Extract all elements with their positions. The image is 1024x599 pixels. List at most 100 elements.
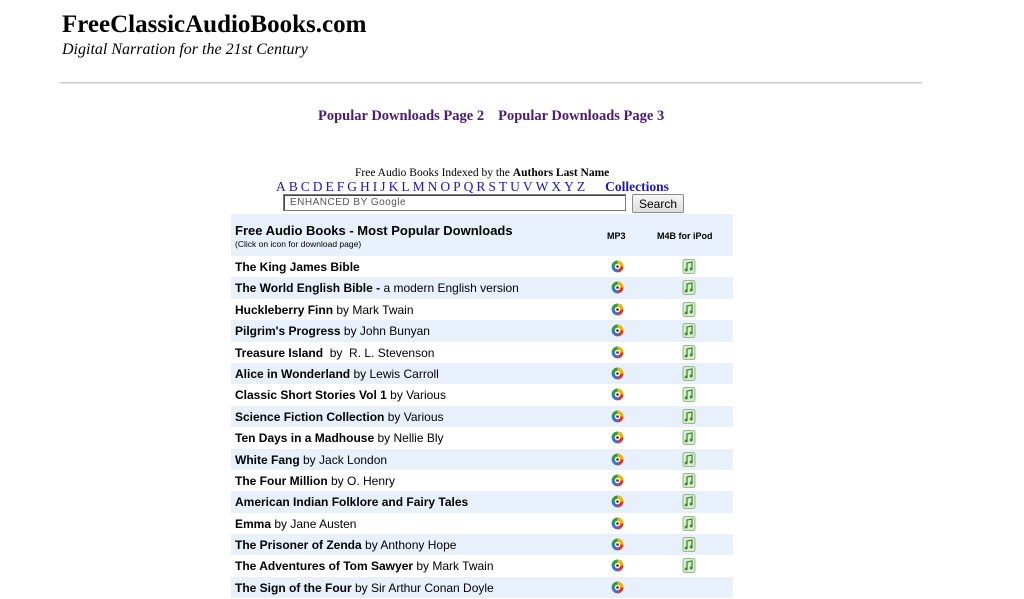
table-title: Free Audio Books - Most Popular Download… <box>235 223 513 238</box>
author-letter-f-link[interactable]: F <box>337 179 345 194</box>
book-entry: The King James Bible <box>235 260 360 274</box>
table-row: Ten Days in a Madhouse by Nellie Bly <box>231 427 733 449</box>
mp3-audio-icon[interactable] <box>611 303 624 316</box>
header-divider <box>60 82 922 84</box>
book-entry: Alice in Wonderland by Lewis Carroll <box>235 367 439 381</box>
author-letter-z-link[interactable]: Z <box>577 179 585 194</box>
ipod-music-icon[interactable] <box>682 430 696 446</box>
site-title: FreeClassicAudioBooks.com <box>62 11 367 38</box>
ipod-music-icon[interactable] <box>682 366 696 381</box>
author-letter-v-link[interactable]: V <box>523 179 533 194</box>
ipod-music-icon[interactable] <box>682 515 696 531</box>
author-letter-u-link[interactable]: U <box>510 179 520 194</box>
book-author: by Lewis Carroll <box>350 366 439 381</box>
author-index-caption: Free Audio Books Indexed by the Authors … <box>355 167 610 179</box>
table-row: The Four Million by O. Henry <box>231 469 733 492</box>
mp3-audio-icon[interactable] <box>611 388 624 401</box>
ipod-music-icon[interactable] <box>682 344 696 360</box>
book-author: by Various <box>384 409 444 424</box>
book-title: Ten Days in a Madhouse <box>235 431 375 446</box>
author-index-caption-bold: Authors Last Name <box>512 167 610 179</box>
author-letter-x-link[interactable]: X <box>551 179 561 194</box>
author-letter-h-link[interactable]: H <box>360 179 370 194</box>
book-author: by Jack London <box>299 452 388 467</box>
author-letter-m-link[interactable]: M <box>413 179 425 194</box>
table-row: Pilgrim's Progress by John Bunyan <box>231 320 733 342</box>
mp3-audio-icon[interactable] <box>611 474 624 487</box>
ipod-music-icon[interactable] <box>682 408 696 424</box>
author-letter-p-link[interactable]: P <box>453 179 461 194</box>
mp3-audio-icon[interactable] <box>611 410 624 423</box>
popular-downloads-page-3-link[interactable]: Popular Downloads Page 3 <box>498 108 664 124</box>
book-title: Science Fiction Collection <box>235 409 385 424</box>
ipod-music-icon[interactable] <box>682 280 696 296</box>
table-subtitle: (Click on icon for download page) <box>235 239 362 249</box>
author-letter-r-link[interactable]: R <box>476 179 485 194</box>
mp3-audio-icon[interactable] <box>611 431 624 444</box>
author-letter-y-link[interactable]: Y <box>564 179 574 194</box>
book-author: by R. L. Stevenson <box>323 345 435 360</box>
book-title: American Indian Folklore and Fairy Tales <box>235 495 469 510</box>
author-letter-t-link[interactable]: T <box>499 179 507 194</box>
mp3-audio-icon[interactable] <box>611 281 624 294</box>
mp3-audio-icon[interactable] <box>611 581 624 594</box>
author-letter-o-link[interactable]: O <box>440 179 450 194</box>
book-title: The King James Bible <box>235 260 360 274</box>
author-letter-b-link[interactable]: B <box>289 179 298 194</box>
author-letter-c-link[interactable]: C <box>301 179 310 194</box>
book-title: Huckleberry Finn <box>235 302 334 317</box>
mp3-audio-icon[interactable] <box>611 517 624 530</box>
ipod-music-icon[interactable] <box>682 323 696 339</box>
mp3-audio-icon[interactable] <box>611 324 624 337</box>
column-header-m4b: M4B for iPod <box>657 231 713 241</box>
book-entry: White Fang by Jack London <box>235 453 387 467</box>
author-letter-i-link[interactable]: I <box>373 179 378 194</box>
mp3-audio-icon[interactable] <box>611 260 624 273</box>
author-letter-k-link[interactable]: K <box>389 179 399 194</box>
table-row: Huckleberry Finn by Mark Twain <box>231 298 733 321</box>
author-letter-l-link[interactable]: L <box>401 179 409 194</box>
book-title: Classic Short Stories Vol 1 <box>235 388 387 403</box>
table-row: The Sign of the Four by Sir Arthur Conan… <box>231 576 733 599</box>
book-title: The Adventures of Tom Sawyer <box>235 559 414 574</box>
ipod-music-icon[interactable] <box>682 473 696 488</box>
table-row: The Prisoner of Zenda by Anthony Hope <box>231 534 733 556</box>
book-author: by Jane Austen <box>271 516 357 531</box>
table-row: Classic Short Stories Vol 1 by Various <box>231 384 733 406</box>
mp3-audio-icon[interactable] <box>611 453 624 466</box>
book-title: Alice in Wonderland <box>235 366 351 381</box>
ipod-music-icon[interactable] <box>682 259 696 274</box>
author-letter-s-link[interactable]: S <box>488 179 496 194</box>
author-letter-e-link[interactable]: E <box>326 179 334 194</box>
popular-downloads-table: Free Audio Books - Most Popular Download… <box>231 214 733 599</box>
search-input[interactable] <box>283 194 626 211</box>
author-letter-q-link[interactable]: Q <box>464 179 474 194</box>
ipod-music-icon[interactable] <box>682 537 696 552</box>
mp3-audio-icon[interactable] <box>611 538 624 551</box>
site-tagline: Digital Narration for the 21st Century <box>62 41 308 58</box>
author-letter-w-link[interactable]: W <box>536 179 549 194</box>
mp3-audio-icon[interactable] <box>611 367 624 380</box>
mp3-audio-icon[interactable] <box>611 559 624 572</box>
ipod-music-icon[interactable] <box>682 301 696 317</box>
table-row: White Fang by Jack London <box>231 448 733 470</box>
ipod-music-icon[interactable] <box>682 558 696 574</box>
book-author: by Various <box>386 388 446 403</box>
author-letter-d-link[interactable]: D <box>313 179 323 194</box>
book-entry: American Indian Folklore and Fairy Tales <box>235 495 468 509</box>
ipod-music-icon[interactable] <box>682 387 696 403</box>
popular-downloads-page-2-link[interactable]: Popular Downloads Page 2 <box>318 108 484 124</box>
author-letter-n-link[interactable]: N <box>428 179 438 194</box>
ipod-music-icon[interactable] <box>682 451 696 467</box>
author-letter-g-link[interactable]: G <box>347 179 357 194</box>
author-letter-a-link[interactable]: A <box>276 179 286 194</box>
book-entry: The Four Million by O. Henry <box>235 474 395 488</box>
author-letter-j-link[interactable]: J <box>380 179 385 194</box>
mp3-audio-icon[interactable] <box>611 346 624 359</box>
ipod-music-icon[interactable] <box>682 494 696 510</box>
collections-link[interactable]: Collections <box>605 179 669 194</box>
book-title: The World English Bible - <box>235 281 384 296</box>
search-button[interactable]: Search <box>632 194 684 213</box>
mp3-audio-icon[interactable] <box>611 495 624 508</box>
book-entry: Emma by Jane Austen <box>235 517 356 531</box>
